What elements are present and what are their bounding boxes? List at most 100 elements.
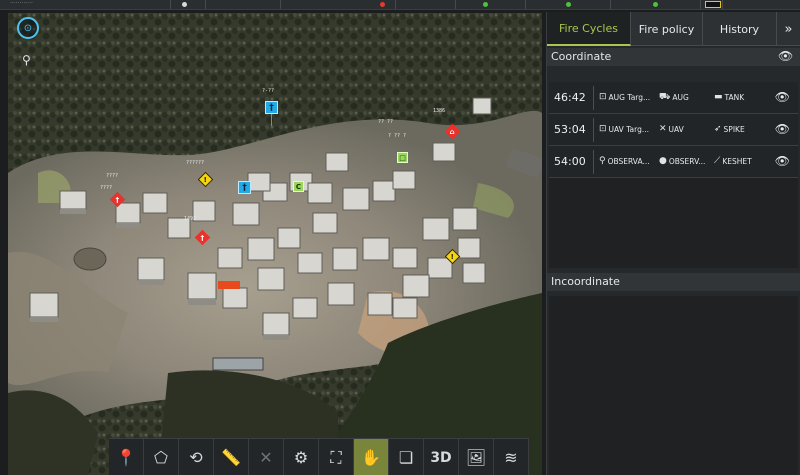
polygon-tool-button[interactable]: ⬠ xyxy=(144,439,179,475)
row-shooter-cell: ⟋ KESHET xyxy=(714,156,752,166)
documents-icon: ❏ xyxy=(398,448,414,467)
topbar-divider xyxy=(610,0,611,9)
row-time: 53:04 xyxy=(554,123,586,136)
topbar-divider xyxy=(455,0,456,9)
incoordinate-list xyxy=(549,296,798,475)
pin-icon: 📍 xyxy=(116,448,136,467)
rotate-tool-button[interactable]: ⟲ xyxy=(179,439,214,475)
topbar-divider xyxy=(395,0,396,9)
incoordinate-section-title: Incoordinate xyxy=(547,273,800,291)
row-shooter-cell: ➶ SPIKE xyxy=(714,124,745,134)
row-divider xyxy=(593,86,594,110)
aug-vehicle-icon: ⛟ xyxy=(659,92,671,102)
marker-label: 1386 xyxy=(433,108,446,114)
row-time: 54:00 xyxy=(554,155,586,168)
topbar-divider xyxy=(722,0,723,9)
cross-icon: ✕ xyxy=(259,448,273,467)
row-sensor-cell: ● OBSERV... xyxy=(659,156,706,166)
image-tool-button[interactable]: 🖼 xyxy=(459,439,494,475)
tab-fire-cycles[interactable]: Fire Cycles xyxy=(547,12,631,46)
uav-icon: ✕ xyxy=(659,124,667,134)
cross-tool-button[interactable]: ✕ xyxy=(249,439,284,475)
rocket-icon: ⟋ xyxy=(714,156,721,166)
marker-label: ?-?? xyxy=(262,88,275,94)
tank-icon: ▬ xyxy=(714,92,723,102)
row-visibility-eye-icon[interactable]: 👁 xyxy=(775,154,790,168)
tabs-more-button[interactable]: » xyxy=(777,12,800,46)
ruler-icon: 📏 xyxy=(221,448,241,467)
row-target-cell: ⊡ AUG Targ... xyxy=(599,92,651,102)
terrain-imagery xyxy=(8,13,542,475)
fire-cycle-row[interactable]: 54:00 ⚲ OBSERVA... ● OBSERV... ⟋ KESHET 👁 xyxy=(549,146,798,178)
green-c-marker[interactable]: C xyxy=(293,181,304,192)
row-shooter-cell: ▬ TANK xyxy=(714,92,745,102)
topbar-divider xyxy=(700,0,701,9)
topbar-divider xyxy=(205,0,206,9)
status-dot-icon xyxy=(380,2,385,7)
green-unit-marker[interactable]: □ xyxy=(397,152,408,163)
map-toolbar: 📍 ⬠ ⟲ 📏 ✕ ⚙ ⛶ ✋ ❏ 3D 🖼 ≋ xyxy=(109,438,529,475)
panel-tabs: Fire Cycles Fire policy History » xyxy=(547,12,800,46)
target-card-icon: ⊡ xyxy=(599,92,607,102)
compass-icon[interactable]: ⊙ xyxy=(17,17,39,39)
app-window: ············ ⊙ ⚲ † ???? † ?-?? ⌂ 1386 □ … xyxy=(0,0,800,475)
street-view-person-icon[interactable]: ⚲ xyxy=(22,53,31,67)
gear-icon: ⚙ xyxy=(293,448,309,467)
marker-label: ???? xyxy=(100,185,113,191)
observer-pin-icon: ● xyxy=(659,156,667,166)
hand-tool-button[interactable]: ✋ xyxy=(354,439,389,475)
layers-doc-tool-button[interactable]: ❏ xyxy=(389,439,424,475)
marker-stem xyxy=(271,114,272,126)
tab-fire-policy[interactable]: Fire policy xyxy=(631,12,703,46)
ruler-tool-button[interactable]: 📏 xyxy=(214,439,249,475)
topbar-divider xyxy=(170,0,171,9)
pin-tool-button[interactable]: 📍 xyxy=(109,439,144,475)
layers-icon: ≋ xyxy=(504,448,518,467)
status-dot-icon xyxy=(182,2,187,7)
blue-soldier-marker-2[interactable]: † xyxy=(238,181,251,194)
topbar-divider xyxy=(280,0,281,9)
coordinate-section-title: Coordinate xyxy=(547,48,800,66)
fire-panel: Fire Cycles Fire policy History » Coordi… xyxy=(546,12,800,475)
polygon-icon: ⬠ xyxy=(154,448,168,467)
settings-tool-button[interactable]: ⚙ xyxy=(284,439,319,475)
row-target-cell: ⊡ UAV Targ... xyxy=(599,124,650,134)
fire-cycle-row[interactable]: 53:04 ⊡ UAV Targ... ✕ UAV ➶ SPIKE 👁 xyxy=(549,114,798,146)
status-dot-icon xyxy=(566,2,571,7)
battery-icon xyxy=(705,1,721,8)
fire-cycle-row[interactable]: 46:42 ⊡ AUG Targ... ⛟ AUG ▬ TANK 👁 xyxy=(549,82,798,114)
blue-soldier-marker[interactable]: † xyxy=(265,101,278,114)
rotate-icon: ⟲ xyxy=(189,448,203,467)
map-viewport[interactable]: ⊙ ⚲ † ???? † ?-?? ⌂ 1386 □ ! ?????? † C … xyxy=(8,13,542,475)
row-visibility-eye-icon[interactable]: 👁 xyxy=(775,122,790,136)
app-logo-text: ············ xyxy=(10,0,33,7)
fullscreen-tool-button[interactable]: ⛶ xyxy=(319,439,354,475)
row-sensor-cell: ⛟ AUG xyxy=(659,92,689,102)
target-card-icon: ⊡ xyxy=(599,124,607,134)
status-dot-icon xyxy=(483,2,488,7)
row-visibility-eye-icon[interactable]: 👁 xyxy=(775,90,790,104)
coordinate-list: 46:42 ⊡ AUG Targ... ⛟ AUG ▬ TANK 👁 53:04 ⊡ U… xyxy=(549,82,798,268)
image-icon: 🖼 xyxy=(465,448,487,467)
3d-icon: 3D xyxy=(430,449,452,466)
topbar-divider xyxy=(525,0,526,9)
missile-icon: ➶ xyxy=(714,124,722,134)
fullscreen-icon: ⛶ xyxy=(330,447,342,467)
status-dot-icon xyxy=(653,2,658,7)
3d-tool-button[interactable]: 3D xyxy=(424,439,459,475)
top-status-bar: ············ xyxy=(0,0,800,10)
row-divider xyxy=(593,150,594,174)
row-divider xyxy=(593,118,594,142)
row-sensor-cell: ✕ UAV xyxy=(659,124,684,134)
layers-tool-button[interactable]: ≋ xyxy=(494,439,529,475)
tab-history[interactable]: History xyxy=(703,12,777,46)
row-target-cell: ⚲ OBSERVA... xyxy=(599,156,650,166)
marker-label: 1492 xyxy=(184,216,197,222)
coordinate-visibility-eye-icon[interactable]: 👁 xyxy=(778,49,793,63)
map-label: ???? xyxy=(106,173,119,179)
observer-soldier-icon: ⚲ xyxy=(599,156,606,166)
hand-icon: ✋ xyxy=(361,448,381,467)
map-label: ?? ?? xyxy=(378,119,394,125)
row-time: 46:42 xyxy=(554,91,586,104)
map-label: ? ?? ? xyxy=(388,133,407,139)
